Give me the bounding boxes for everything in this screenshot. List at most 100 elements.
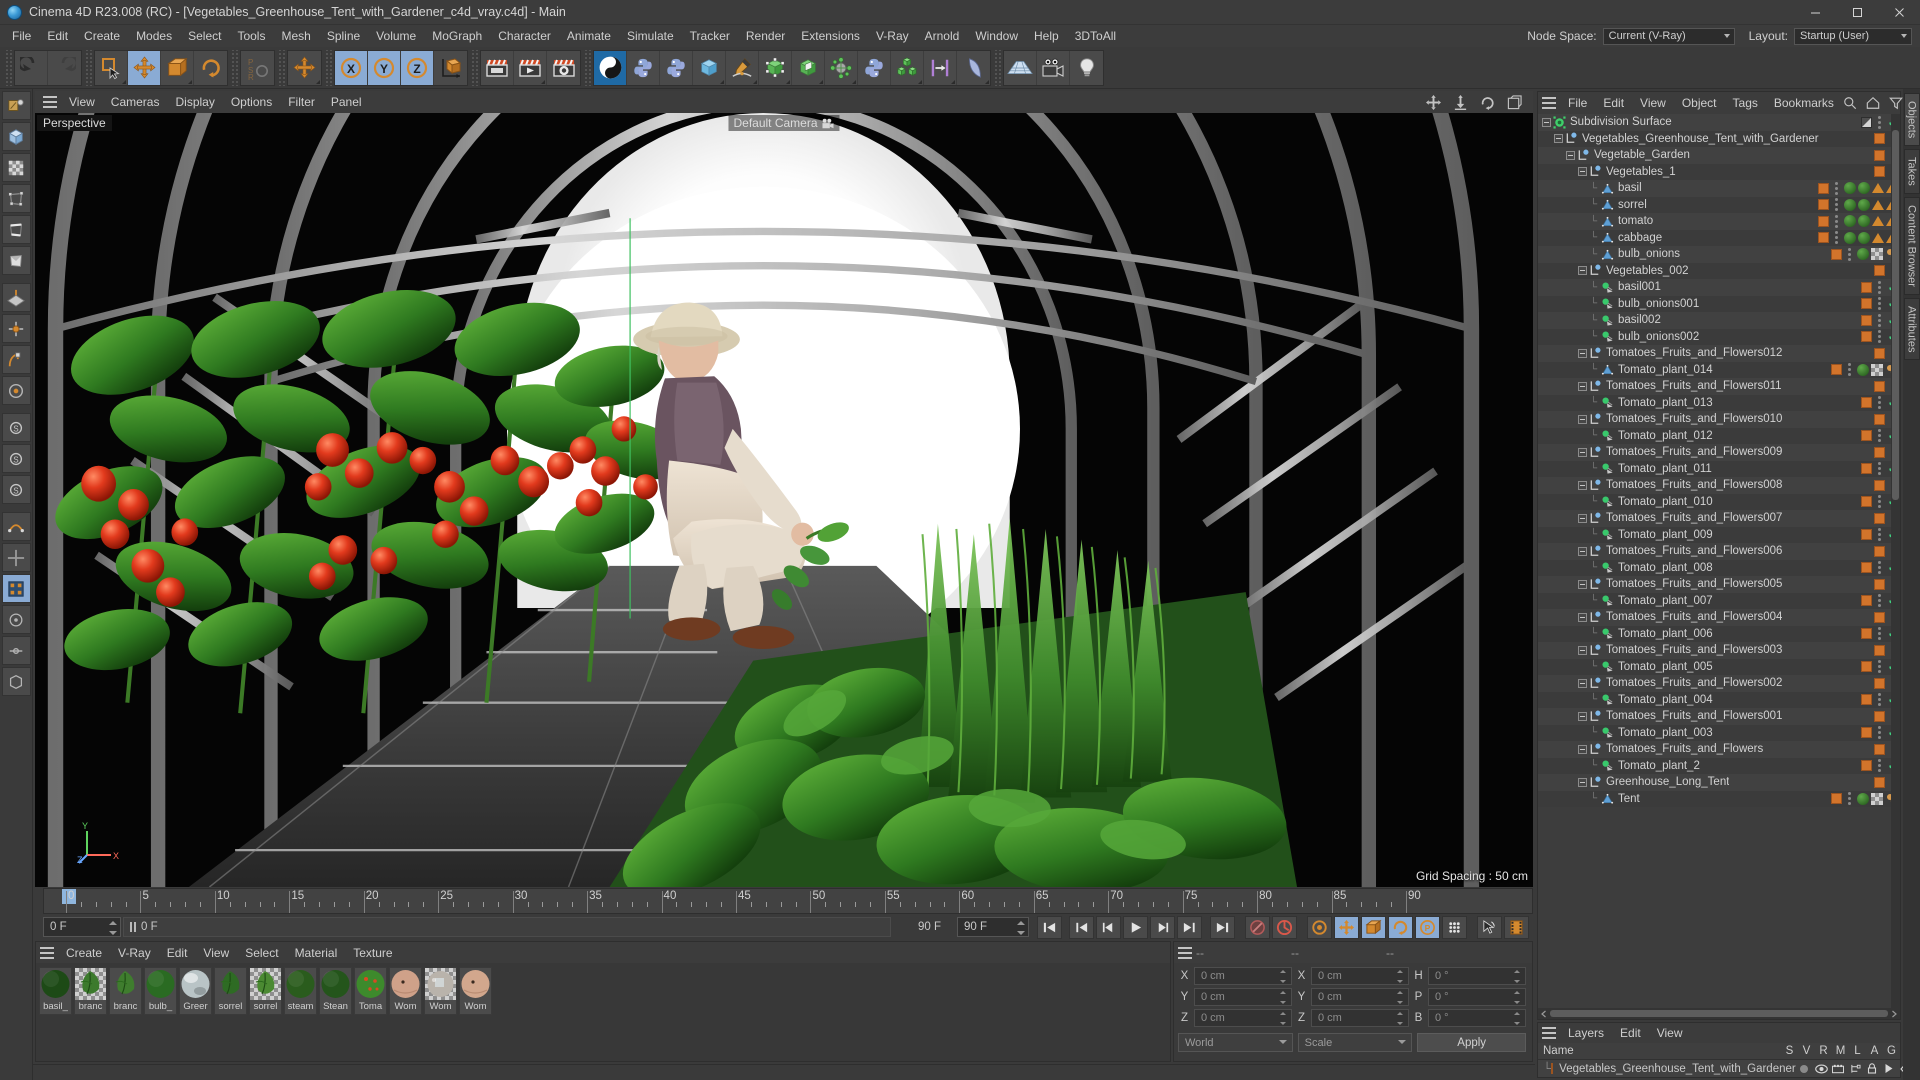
tweak-mode-button[interactable] [1, 543, 31, 572]
object-tree-row[interactable]: └Tomato_plant_005✓ [1538, 658, 1900, 675]
material-tag-icon[interactable] [1844, 182, 1856, 195]
collapse-toggle[interactable] [1578, 414, 1587, 424]
collapse-toggle[interactable] [1578, 266, 1587, 276]
menu-spline[interactable]: Spline [319, 25, 368, 47]
display-tag[interactable] [1861, 397, 1872, 409]
size-y-field[interactable]: 0 cm [1311, 988, 1409, 1006]
object-tree-row[interactable]: Tomatoes_Fruits_and_Flowers006 [1538, 543, 1900, 560]
display-tag[interactable] [1874, 149, 1885, 161]
display-tag[interactable] [1818, 215, 1829, 227]
stepper-icon[interactable] [1397, 1012, 1405, 1025]
menu-extensions[interactable]: Extensions [793, 25, 868, 47]
tag-dots-icon[interactable] [1877, 594, 1882, 608]
stepper-icon[interactable] [1397, 970, 1405, 983]
render-view-button[interactable] [481, 50, 514, 85]
modeling-axis-p-button[interactable] [1, 605, 31, 634]
material-tag-icon[interactable] [1858, 215, 1870, 228]
object-menu-tags[interactable]: Tags [1725, 92, 1766, 114]
display-tag[interactable] [1874, 166, 1885, 178]
deformed-editing-button[interactable] [1, 512, 31, 541]
object-tree-row[interactable]: └ sorrel [1538, 196, 1900, 213]
world-coordinate-button[interactable] [434, 50, 467, 85]
tag-dots-icon[interactable] [1877, 280, 1882, 294]
rotation-key-button[interactable] [1388, 915, 1413, 939]
object-menu-edit[interactable]: Edit [1595, 92, 1632, 114]
floor-button[interactable] [1004, 50, 1037, 85]
collapse-toggle[interactable] [1566, 150, 1575, 160]
menu-3dtoall[interactable]: 3DToAll [1067, 25, 1124, 47]
timeline-ruler[interactable]: 0 5 10 15 20 25 30 35 40 45 50 55 60 65 70 75 80 85 90 [43, 888, 1533, 914]
object-tree-row[interactable]: └ basil [1538, 180, 1900, 197]
record-active-objects-button[interactable] [1245, 915, 1270, 939]
enable-axis-modification-button[interactable] [1, 314, 31, 343]
display-tag[interactable] [1874, 479, 1885, 491]
tag-dots-icon[interactable] [1877, 297, 1882, 311]
y-axis-button[interactable]: Y [368, 50, 401, 85]
object-tree-row[interactable]: Vegetables_1 [1538, 163, 1900, 180]
position-key-button[interactable] [1334, 915, 1359, 939]
display-tag[interactable] [1874, 578, 1885, 590]
polygons-mode-button[interactable] [1, 246, 31, 275]
collapse-toggle[interactable] [1578, 612, 1587, 622]
texture-tag-icon[interactable] [1871, 363, 1883, 376]
timeline-button[interactable] [1504, 915, 1529, 939]
collapse-toggle[interactable] [1554, 134, 1563, 144]
rotation-h-field[interactable]: 0 ° [1428, 967, 1526, 985]
display-tag[interactable] [1861, 116, 1872, 128]
tab-attributes[interactable]: Attributes [1903, 297, 1920, 361]
tag-dots-icon[interactable] [1877, 330, 1882, 344]
object-tree-row[interactable]: └Tomato_plant_006✓ [1538, 625, 1900, 642]
collapse-toggle[interactable] [1578, 447, 1587, 457]
tag-dots-icon[interactable] [1877, 313, 1882, 327]
object-tree-row[interactable]: └basil001✓ [1538, 279, 1900, 296]
tab-content-browser[interactable]: Content Browser [1903, 197, 1920, 295]
menu-vray[interactable]: V-Ray [868, 25, 917, 47]
menu-simulate[interactable]: Simulate [619, 25, 682, 47]
modeling-axis-r-button[interactable] [1, 636, 31, 665]
solo-dot-icon[interactable] [1796, 1063, 1813, 1075]
tag-dots-icon[interactable] [1834, 231, 1839, 245]
object-tree-row[interactable]: Tomatoes_Fruits_and_Flowers005 [1538, 576, 1900, 593]
cube-button[interactable] [693, 50, 726, 85]
alpha-tag-icon[interactable] [1872, 199, 1884, 210]
display-tag[interactable] [1874, 133, 1885, 145]
material-tag-icon[interactable] [1844, 215, 1856, 228]
object-manager-menu-icon[interactable] [1538, 94, 1560, 112]
display-tag[interactable] [1874, 413, 1885, 425]
object-tree-row[interactable]: └bulb_onions002✓ [1538, 328, 1900, 345]
display-tag[interactable] [1874, 545, 1885, 557]
collapse-toggle[interactable] [1578, 777, 1587, 787]
object-tree-row[interactable]: └Tomato_plant_009✓ [1538, 526, 1900, 543]
object-tree-row[interactable]: Vegetables_002 [1538, 262, 1900, 279]
display-tag[interactable] [1874, 611, 1885, 623]
display-tag[interactable] [1861, 430, 1872, 442]
menu-animate[interactable]: Animate [559, 25, 619, 47]
minimize-button[interactable] [1794, 0, 1836, 25]
menu-tools[interactable]: Tools [229, 25, 273, 47]
tag-dots-icon[interactable] [1877, 693, 1882, 707]
toolbar-grip[interactable] [324, 49, 332, 86]
stepper-icon[interactable] [109, 921, 117, 935]
object-tree-row[interactable]: Greenhouse_Long_Tent [1538, 774, 1900, 791]
object-tree-row[interactable]: └Tomato_plant_003✓ [1538, 724, 1900, 741]
material-menu-vray[interactable]: V-Ray [110, 942, 159, 964]
object-tree-row[interactable]: └Tomato_plant_011✓ [1538, 460, 1900, 477]
material-menu-view[interactable]: View [195, 942, 237, 964]
material-menu-select[interactable]: Select [237, 942, 286, 964]
menu-tracker[interactable]: Tracker [682, 25, 738, 47]
deformer-button[interactable] [825, 50, 858, 85]
step-forward-button[interactable] [1150, 915, 1175, 939]
display-tag[interactable] [1861, 760, 1872, 772]
material-cell[interactable]: sorrel [249, 967, 282, 1015]
material-menu-texture[interactable]: Texture [345, 942, 400, 964]
rotate-button[interactable] [194, 50, 227, 85]
collapse-toggle[interactable] [1578, 348, 1587, 358]
object-tree-row[interactable]: Tomatoes_Fruits_and_Flowers003 [1538, 642, 1900, 659]
simulation-button[interactable] [957, 50, 990, 85]
object-menu-view[interactable]: View [1632, 92, 1674, 114]
viewport-solo-single-button[interactable]: S [1, 413, 31, 442]
object-menu-file[interactable]: File [1560, 92, 1595, 114]
model-mode-button[interactable] [1, 122, 31, 151]
material-tag-icon[interactable] [1844, 231, 1856, 244]
render-icon[interactable] [1830, 1063, 1847, 1075]
